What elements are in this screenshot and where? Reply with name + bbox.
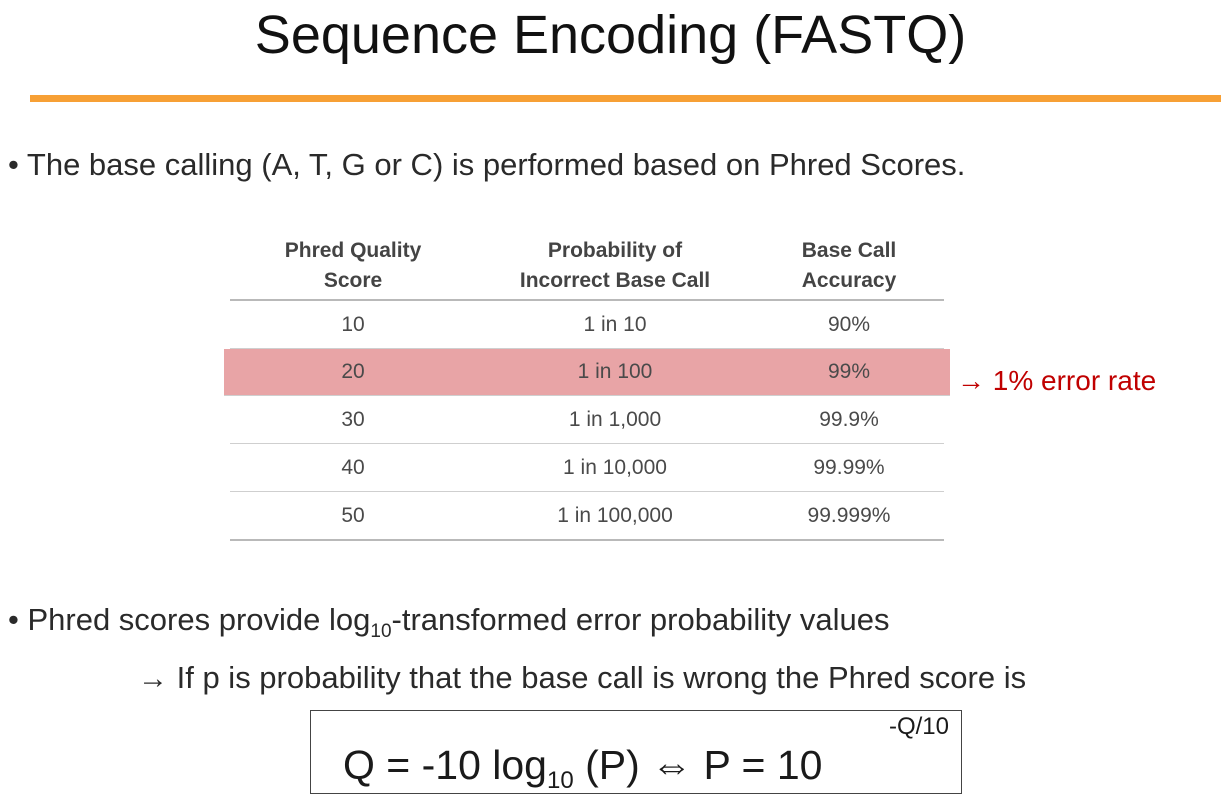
error-rate-note: → 1% error rate	[957, 365, 1157, 396]
table-row-highlighted: 20 1 in 100 99%	[224, 349, 950, 396]
header-accuracy: Base Call Accuracy	[801, 239, 897, 292]
phred-formula-box: Q = -10 log10 (P) ⇔ P = 10 -Q/10	[310, 710, 962, 794]
cell-probability: 1 in 10,000	[563, 455, 667, 479]
table-row: 40 1 in 10,000 99.99%	[230, 444, 944, 492]
phred-definition-line: → If p is probability that the base call…	[138, 660, 1027, 695]
cell-probability: 1 in 1,000	[568, 407, 662, 431]
cell-score: 40	[341, 455, 365, 479]
cell-accuracy: 99.999%	[807, 503, 891, 527]
cell-score: 20	[341, 360, 365, 383]
slide-title: Sequence Encoding (FASTQ)	[254, 5, 967, 65]
formula-expression: Q = -10 log10 (P) ⇔ P = 10	[343, 742, 823, 795]
table-row: 50 1 in 100,000 99.999%	[230, 492, 944, 541]
table-row: 10 1 in 10 90%	[230, 301, 944, 349]
cell-accuracy: 99.9%	[819, 407, 879, 431]
cell-probability: 1 in 10	[583, 312, 647, 336]
table-header: Phred Quality Score Probability of Incor…	[230, 233, 944, 301]
cell-probability: 1 in 100,000	[557, 503, 673, 527]
right-arrow-icon: →	[138, 662, 168, 695]
cell-accuracy: 90%	[827, 312, 871, 336]
cell-score: 50	[341, 503, 365, 527]
header-probability: Probability of Incorrect Base Call	[519, 239, 711, 292]
phred-table: Phred Quality Score Probability of Incor…	[224, 233, 950, 541]
table-row: 30 1 in 1,000 99.9%	[230, 396, 944, 444]
cell-accuracy: 99.99%	[813, 455, 885, 479]
formula-exponent: -Q/10	[888, 713, 949, 740]
cell-accuracy: 99%	[827, 360, 871, 383]
cell-score: 10	[341, 312, 365, 336]
cell-probability: 1 in 100	[577, 360, 653, 383]
bullet-base-calling: • The base calling (A, T, G or C) is per…	[8, 147, 966, 182]
title-divider	[30, 95, 1221, 102]
bullet-phred-log: • Phred scores provide log10-transformed…	[8, 602, 890, 643]
header-phred-score: Phred Quality Score	[284, 239, 422, 292]
cell-score: 30	[341, 407, 365, 431]
